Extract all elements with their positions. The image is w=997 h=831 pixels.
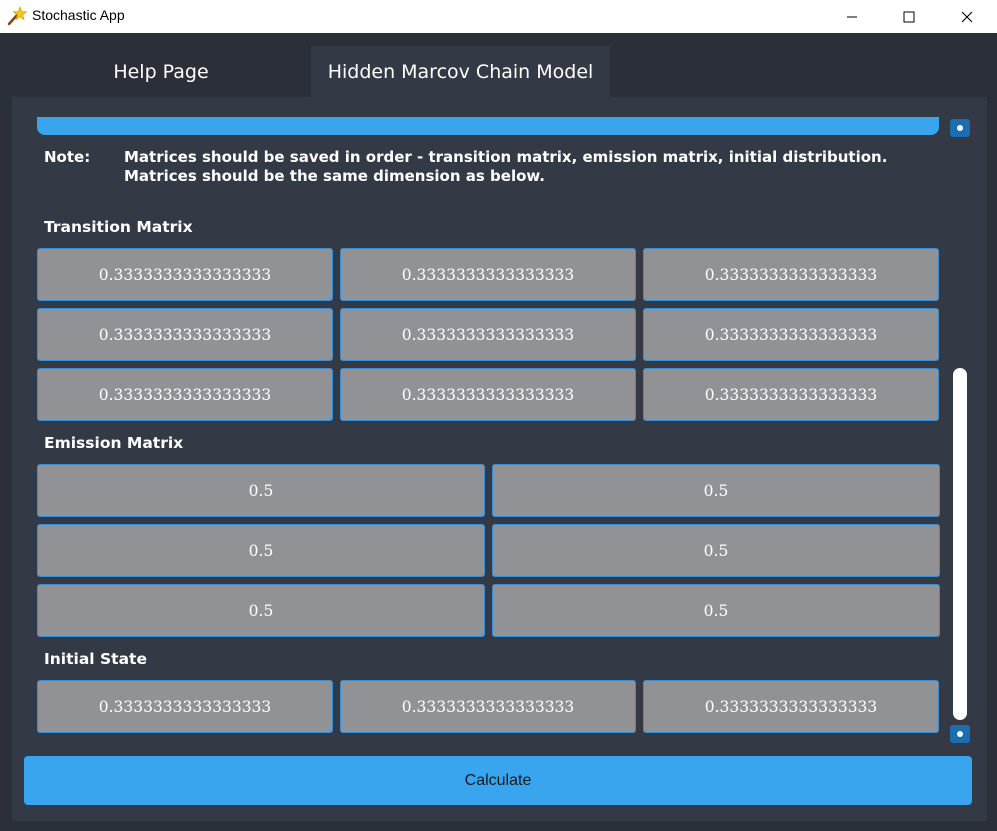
calculate-button[interactable]: Calculate [24, 756, 972, 805]
emission-cell-2-0[interactable]: 0.5 [37, 584, 485, 637]
note-line-1: Matrices should be saved in order - tran… [124, 148, 888, 166]
transition-cell-2-0[interactable]: 0.3333333333333333 [37, 368, 333, 421]
close-icon [961, 11, 973, 22]
transition-cell-1-1[interactable]: 0.3333333333333333 [340, 308, 636, 361]
transition-cell-0-0[interactable]: 0.3333333333333333 [37, 248, 333, 301]
initial-cell-0[interactable]: 0.3333333333333333 [37, 680, 333, 733]
transition-cell-1-0[interactable]: 0.3333333333333333 [37, 308, 333, 361]
tab-bar: Help Page Hidden Marcov Chain Model [0, 33, 997, 97]
star-wand-icon [6, 5, 28, 27]
minimize-button[interactable] [823, 0, 881, 33]
partially-scrolled-button[interactable] [37, 117, 939, 135]
tab-hidden-marcov-chain-model[interactable]: Hidden Marcov Chain Model [311, 46, 610, 97]
emission-cell-1-1[interactable]: 0.5 [492, 524, 940, 577]
tab-help-page[interactable]: Help Page [12, 46, 310, 97]
close-button[interactable] [938, 0, 996, 33]
initial-state-title: Initial State [44, 650, 147, 668]
transition-cell-0-2[interactable]: 0.3333333333333333 [643, 248, 939, 301]
minimize-icon [847, 16, 857, 17]
initial-cell-1[interactable]: 0.3333333333333333 [340, 680, 636, 733]
scroll-up-button[interactable] [950, 119, 970, 137]
note-label: Note: [44, 148, 91, 166]
transition-cell-2-1[interactable]: 0.3333333333333333 [340, 368, 636, 421]
scrollbar-thumb[interactable] [953, 368, 967, 720]
note-line-2: Matrices should be the same dimension as… [124, 167, 545, 185]
transition-cell-2-2[interactable]: 0.3333333333333333 [643, 368, 939, 421]
transition-cell-0-1[interactable]: 0.3333333333333333 [340, 248, 636, 301]
scroll-down-button[interactable] [950, 725, 970, 743]
window-title-bar: Stochastic App [0, 0, 997, 33]
emission-cell-2-1[interactable]: 0.5 [492, 584, 940, 637]
note-text: Matrices should be saved in order - tran… [124, 148, 887, 186]
emission-cell-1-0[interactable]: 0.5 [37, 524, 485, 577]
window-title: Stochastic App [32, 7, 125, 23]
emission-matrix-title: Emission Matrix [44, 434, 184, 452]
transition-cell-1-2[interactable]: 0.3333333333333333 [643, 308, 939, 361]
scrollbar-track[interactable] [953, 368, 967, 720]
maximize-button[interactable] [880, 0, 938, 33]
emission-cell-0-1[interactable]: 0.5 [492, 464, 940, 517]
initial-cell-2[interactable]: 0.3333333333333333 [643, 680, 939, 733]
emission-cell-0-0[interactable]: 0.5 [37, 464, 485, 517]
maximize-icon [903, 11, 915, 22]
transition-matrix-title: Transition Matrix [44, 218, 193, 236]
